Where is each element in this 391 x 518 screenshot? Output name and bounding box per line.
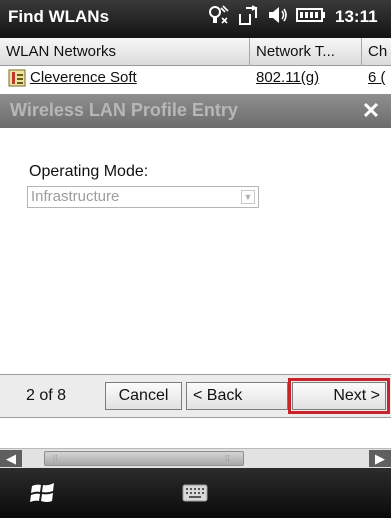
back-button-label: < Back <box>193 387 243 404</box>
horizontal-scrollbar[interactable]: ◀ ⁞⁞ ⁞⁞ ▶ <box>0 448 391 468</box>
app-title: Find WLANs <box>8 7 110 26</box>
next-button[interactable]: Next > <box>288 378 390 414</box>
wlan-list-header: WLAN Networks Network T... Ch <box>0 38 391 66</box>
status-bar: Find WLANs 13:11 <box>0 0 391 38</box>
keyboard-icon[interactable] <box>182 484 208 502</box>
grip-icon: ⁞⁞ <box>225 454 230 463</box>
column-header-network-type[interactable]: Network T... <box>250 38 362 66</box>
table-row[interactable]: Cleverence Soft 802.11(g) 6 ( <box>0 66 391 90</box>
clock[interactable]: 13:11 <box>335 7 378 27</box>
network-channel: 6 ( <box>368 69 386 86</box>
close-button[interactable]: ✕ <box>359 99 383 123</box>
column-header-wlan-networks[interactable]: WLAN Networks <box>0 38 250 66</box>
operating-mode-select[interactable]: Infrastructure ▼ <box>27 186 259 208</box>
signal-icon[interactable] <box>208 4 230 26</box>
network-type: 802.11(g) <box>256 69 320 86</box>
volume-icon[interactable] <box>267 4 289 26</box>
scroll-thumb[interactable]: ⁞⁞ ⁞⁞ <box>44 451 244 466</box>
network-name: Cleverence Soft <box>30 69 137 86</box>
operating-mode-label: Operating Mode: <box>29 163 149 180</box>
cancel-button[interactable]: Cancel <box>105 382 182 410</box>
dialog-title: Wireless LAN Profile Entry <box>10 100 238 120</box>
connectivity-icon[interactable] <box>237 4 259 26</box>
taskbar <box>0 468 391 518</box>
next-button-label: Next > <box>333 387 380 404</box>
network-icon <box>8 69 26 87</box>
wizard-footer: 2 of 8 Cancel < Back Next > <box>0 374 391 418</box>
close-icon: ✕ <box>361 98 381 123</box>
cancel-button-label: Cancel <box>118 387 169 404</box>
chevron-down-icon[interactable]: ▼ <box>241 190 255 204</box>
scroll-right-arrow-icon[interactable]: ▶ <box>369 450 391 467</box>
dialog-body: Operating Mode: Infrastructure ▼ <box>0 128 391 374</box>
page-indicator: 2 of 8 <box>26 387 67 404</box>
column-header-channel[interactable]: Ch <box>362 38 391 66</box>
back-button[interactable]: < Back <box>186 382 288 410</box>
windows-start-icon[interactable] <box>30 481 56 505</box>
operating-mode-value: Infrastructure <box>31 188 120 205</box>
blank-area <box>0 418 391 448</box>
scroll-left-arrow-icon[interactable]: ◀ <box>0 450 22 467</box>
battery-icon[interactable] <box>296 4 326 26</box>
dialog-title-bar: Wireless LAN Profile Entry ✕ <box>0 94 391 128</box>
grip-icon: ⁞⁞ <box>53 454 58 463</box>
